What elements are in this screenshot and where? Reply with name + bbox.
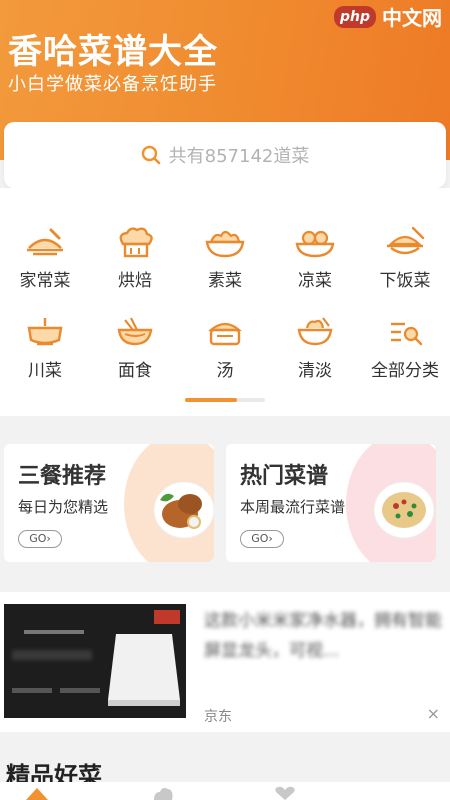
go-button[interactable]: GO› [240, 530, 284, 548]
search-bar[interactable]: 共有857142道菜 [4, 122, 446, 188]
app-subtitle: 小白学做菜必备烹饪助手 [8, 74, 217, 95]
heart-icon[interactable] [272, 786, 298, 800]
category-label: 全部分类 [371, 361, 439, 381]
food-image [373, 481, 435, 539]
promo-title: 三餐推荐 [18, 464, 107, 489]
salad-bowl-icon [297, 317, 333, 346]
page-indicator-active [185, 398, 237, 402]
watermark-text: 中文网 [382, 6, 442, 30]
category-item-hongbei[interactable]: 烘焙 [90, 226, 180, 316]
food-image [153, 481, 214, 539]
category-item-quanbu[interactable]: 全部分类 [360, 316, 450, 406]
category-label: 烘焙 [118, 271, 152, 291]
page-indicator [185, 398, 265, 402]
rice-dish-icon [387, 226, 425, 255]
ad-source: 京东 [204, 709, 232, 725]
veg-bowl-icon [205, 230, 245, 258]
promo-card-popular[interactable]: 热门菜谱 本周最流行菜谱 GO› [226, 444, 436, 562]
category-item-tang[interactable]: 汤 [180, 316, 270, 406]
ad-banner[interactable]: 这款小米米家净水器，拥有智能屏显龙头，可视... 京东 × [0, 592, 450, 732]
category-label: 汤 [216, 361, 234, 381]
category-item-mianshi[interactable]: 面食 [90, 316, 180, 406]
category-item-liangcai[interactable]: 凉菜 [270, 226, 360, 316]
category-label: 清淡 [298, 361, 332, 381]
search-placeholder: 共有857142道菜 [168, 146, 310, 167]
list-search-icon [391, 322, 423, 346]
category-item-xiafancai[interactable]: 下饭菜 [360, 226, 450, 316]
home-icon[interactable] [24, 786, 50, 800]
hotpot-icon [27, 318, 63, 346]
watermark-logo: php [333, 5, 376, 28]
noodle-bowl-icon [117, 317, 153, 346]
go-label: GO [251, 532, 269, 545]
category-label: 素菜 [208, 271, 242, 291]
home-dish-icon [27, 228, 63, 256]
ad-image [4, 604, 186, 718]
soup-pot-icon [208, 322, 242, 346]
category-label: 凉菜 [298, 271, 332, 291]
category-grid: 家常菜 烘焙 素菜 凉菜 下饭菜 川菜 面食 汤 清淡 全部分类 [0, 188, 450, 416]
bottom-tab-bar [0, 782, 450, 800]
chef-hat-icon [119, 227, 153, 258]
close-icon[interactable]: × [427, 704, 440, 723]
watermark: php 中文网 [333, 2, 442, 31]
category-item-chuancai[interactable]: 川菜 [0, 316, 90, 406]
category-label: 下饭菜 [379, 271, 431, 291]
promo-subtitle: 本周最流行菜谱 [240, 498, 346, 516]
search-icon [141, 145, 160, 165]
promo-subtitle: 每日为您精选 [18, 498, 109, 516]
promo-card-meals[interactable]: 三餐推荐 每日为您精选 GO› [4, 444, 214, 562]
app-title: 香哈菜谱大全 [8, 32, 218, 72]
category-item-jiachangcai[interactable]: 家常菜 [0, 226, 90, 316]
category-label: 川菜 [28, 361, 62, 381]
cloud-icon[interactable] [150, 786, 176, 800]
category-item-sucai[interactable]: 素菜 [180, 226, 270, 316]
cold-dish-icon [295, 230, 335, 258]
category-label: 面食 [118, 361, 152, 381]
ad-headline: 这款小米米家净水器，拥有智能屏显龙头，可视... [204, 611, 442, 661]
water-purifier-image [4, 604, 186, 718]
category-item-qingdan[interactable]: 清淡 [270, 316, 360, 406]
promo-title: 热门菜谱 [240, 464, 329, 489]
go-button[interactable]: GO› [18, 530, 62, 548]
category-label: 家常菜 [19, 271, 71, 291]
go-label: GO [29, 532, 47, 545]
